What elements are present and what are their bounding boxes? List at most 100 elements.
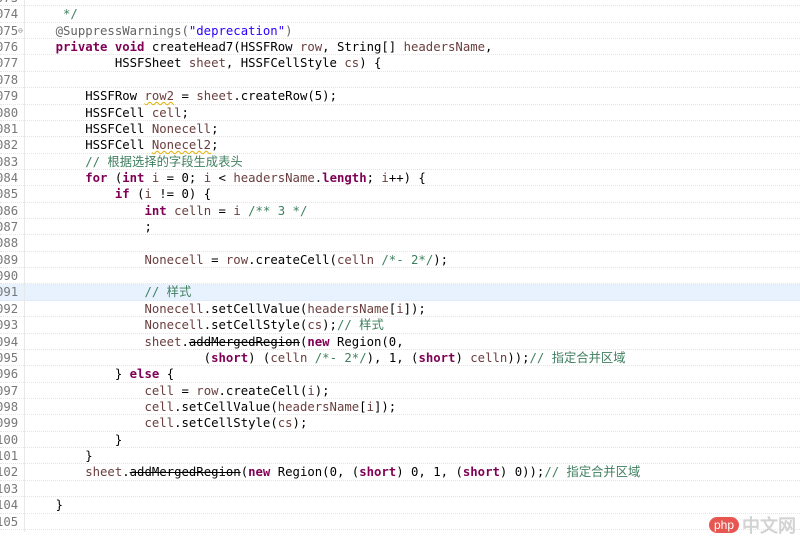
code-token: Nonecell bbox=[26, 301, 204, 316]
code-line[interactable]: 080 HSSFCell cell; bbox=[0, 105, 800, 121]
code-line[interactable]: 104 } bbox=[0, 497, 800, 514]
code-line[interactable]: 078 bbox=[0, 72, 800, 89]
code-line[interactable]: 102 sheet.addMergedRegion(new Region(0, … bbox=[0, 464, 800, 481]
code-token: { bbox=[166, 367, 175, 382]
code-token: ); bbox=[314, 383, 330, 398]
code-line[interactable]: 082 HSSFCell Nonecel2; bbox=[0, 137, 800, 154]
code-text: // 样式 bbox=[26, 284, 191, 300]
code-token: . bbox=[181, 334, 189, 349]
code-line[interactable]: 099 cell.setCellStyle(cs); bbox=[0, 415, 800, 432]
code-token: } bbox=[26, 449, 93, 464]
code-token: celln bbox=[174, 203, 212, 218]
code-line[interactable]: 101 } bbox=[0, 448, 800, 465]
code-line[interactable]: 081 HSSFCell Nonecell; bbox=[0, 121, 800, 138]
code-line[interactable]: 074 */ bbox=[0, 6, 800, 23]
code-token: .createCell( bbox=[218, 383, 308, 398]
line-number: 076 bbox=[0, 40, 19, 55]
code-token: ; bbox=[181, 105, 189, 120]
line-number: 097 bbox=[0, 383, 19, 398]
code-line[interactable]: 098 cell.setCellValue(headersName[i]); bbox=[0, 399, 800, 416]
code-token: HSSFCell bbox=[26, 138, 152, 153]
line-number: 085 bbox=[0, 187, 19, 202]
code-token: sheet bbox=[26, 334, 182, 349]
code-line[interactable]: 103 bbox=[0, 481, 800, 498]
code-token: ) bbox=[285, 23, 293, 38]
code-line[interactable]: 097 cell = row.createCell(i); bbox=[0, 383, 800, 399]
code-token: } bbox=[26, 367, 130, 382]
watermark: php 中文网 bbox=[708, 512, 796, 538]
code-line[interactable]: 095 (short) (celln /*- 2*/), 1, (short) … bbox=[0, 350, 800, 367]
code-token: [ bbox=[359, 399, 367, 414]
code-token: . bbox=[122, 465, 130, 480]
line-number: 077 bbox=[0, 56, 19, 71]
code-line[interactable]: 096 } else { bbox=[0, 366, 800, 383]
code-line[interactable]: 079 HSSFRow row2 = sheet.createRow(5); bbox=[0, 88, 800, 105]
code-token: } bbox=[26, 498, 64, 513]
code-token: ( bbox=[26, 350, 212, 365]
line-number: 084 bbox=[0, 170, 19, 185]
code-token: HSSFCell bbox=[26, 105, 152, 120]
code-line[interactable]: 077 HSSFSheet sheet, HSSFCellStyle cs) { bbox=[0, 55, 800, 72]
code-token: , HSSFCellStyle bbox=[225, 56, 345, 71]
code-text: HSSFCell cell; bbox=[26, 105, 189, 121]
code-token: ; bbox=[211, 138, 219, 153]
line-number: 091 bbox=[0, 285, 19, 300]
code-line[interactable]: 083 // 根据选择的字段生成表头 bbox=[0, 154, 800, 170]
code-line[interactable]: 088 bbox=[0, 235, 800, 252]
code-text: } else { bbox=[26, 366, 174, 382]
code-token: ); bbox=[322, 318, 337, 333]
line-number: 079 bbox=[0, 89, 19, 104]
code-token: != 0) { bbox=[151, 187, 212, 202]
code-token: int bbox=[26, 203, 175, 218]
code-token: Region(0, bbox=[336, 334, 404, 349]
line-number: 095 bbox=[0, 350, 19, 365]
code-token: /*- 2*/ bbox=[307, 350, 367, 365]
line-number: 104 bbox=[0, 498, 19, 513]
code-line[interactable]: 089 Nonecell = row.createCell(celln /*- … bbox=[0, 252, 800, 269]
code-line[interactable]: 087 ; bbox=[0, 219, 800, 236]
code-token: new bbox=[248, 465, 278, 480]
code-token: celln bbox=[270, 350, 308, 365]
code-editor[interactable]: 073074 */075⊖ @SuppressWarnings("depreca… bbox=[0, 0, 800, 530]
code-token: Region(0, ( bbox=[277, 465, 360, 480]
code-token: } bbox=[26, 432, 123, 447]
code-line[interactable]: 105 bbox=[0, 514, 800, 530]
line-number: 099 bbox=[0, 416, 19, 431]
code-token: Nonecell bbox=[151, 121, 212, 136]
line-number: 103 bbox=[0, 481, 19, 496]
code-token: ; bbox=[366, 170, 382, 185]
code-token: sheet bbox=[26, 465, 123, 480]
code-line[interactable]: 090 bbox=[0, 268, 800, 285]
code-token: .createCell( bbox=[248, 252, 337, 267]
code-line[interactable]: 100 } bbox=[0, 432, 800, 449]
code-token: row2 bbox=[144, 89, 175, 104]
code-line[interactable]: 094 sheet.addMergedRegion(new Region(0, bbox=[0, 334, 800, 350]
code-token: addMergedRegion bbox=[188, 334, 300, 349]
code-line[interactable]: 092 Nonecell.setCellValue(headersName[i]… bbox=[0, 301, 800, 318]
fold-toggle-icon[interactable]: ⊖ bbox=[18, 23, 23, 39]
code-token: short bbox=[418, 350, 456, 365]
code-token: short bbox=[359, 465, 397, 480]
code-line[interactable]: 085 if (i != 0) { bbox=[0, 186, 800, 203]
code-token: // 指定合并区域 bbox=[529, 350, 626, 365]
code-token: cs bbox=[277, 416, 293, 431]
code-token: /*- 2*/ bbox=[374, 252, 434, 267]
code-line[interactable]: 075⊖ @SuppressWarnings("deprecation") bbox=[0, 23, 800, 40]
line-number: 081 bbox=[0, 121, 19, 136]
line-number: 075 bbox=[0, 23, 19, 38]
line-number: 078 bbox=[0, 72, 19, 87]
code-line[interactable]: 091 // 样式 bbox=[0, 284, 800, 301]
code-line[interactable]: 086 int celln = i /** 3 */ bbox=[0, 203, 800, 220]
code-token: cs bbox=[344, 56, 360, 71]
code-line[interactable]: 093 Nonecell.setCellStyle(cs);// 样式 bbox=[0, 317, 800, 334]
code-token: , bbox=[485, 40, 493, 55]
line-number: 087 bbox=[0, 220, 19, 235]
code-text: sheet.addMergedRegion(new Region(0, (sho… bbox=[26, 464, 640, 480]
code-line[interactable]: 076 private void createHead7(HSSFRow row… bbox=[0, 39, 800, 56]
code-line[interactable]: 084 for (int i = 0; i < headersName.leng… bbox=[0, 170, 800, 187]
code-token: row bbox=[196, 383, 219, 398]
gutter-divider bbox=[24, 0, 25, 532]
code-token: cell bbox=[151, 105, 182, 120]
code-token: = bbox=[203, 252, 226, 267]
line-number: 101 bbox=[0, 449, 19, 464]
